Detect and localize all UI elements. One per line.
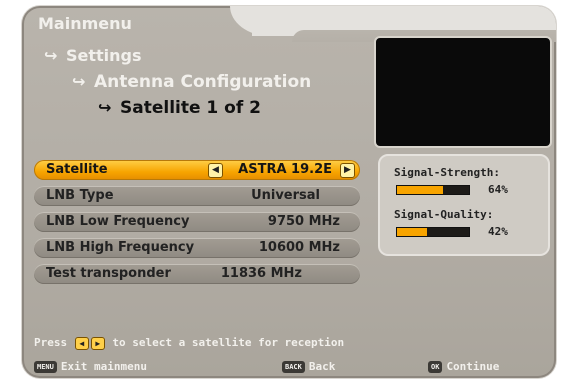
menu-item-value: Universal	[251, 188, 320, 203]
signal-strength-fill	[397, 186, 444, 194]
menu-item-label: Satellite	[46, 162, 108, 177]
footer-back[interactable]: BACK Back	[282, 360, 335, 373]
menu-item-satellite[interactable]: Satellite ◀ ASTRA 19.2E ▶	[34, 160, 360, 180]
menu-item-value: ASTRA 19.2E	[238, 162, 332, 177]
return-arrow-icon: ↪	[72, 72, 86, 91]
back-label: Back	[308, 360, 336, 373]
menu-item-label: Test transponder	[46, 266, 171, 281]
hint-suffix: to select a satellite for reception	[112, 336, 345, 349]
menu-item-value: 9750 MHz	[267, 214, 340, 229]
menu-item-label: LNB Type	[46, 188, 114, 203]
video-preview	[374, 36, 552, 148]
menu-item-lnb-low-frequency[interactable]: LNB Low Frequency 9750 MHz	[34, 212, 360, 232]
menu-item-value: 10600 MHz	[258, 240, 340, 255]
return-arrow-icon: ↪	[98, 98, 112, 117]
menu-item-test-transponder[interactable]: Test transponder 11836 MHz	[34, 264, 360, 284]
menu-item-lnb-high-frequency[interactable]: LNB High Frequency 10600 MHz	[34, 238, 360, 258]
signal-quality-bar	[396, 227, 470, 237]
signal-quality-value: 42%	[488, 225, 508, 238]
help-hint: Press ◀ ▶ to select a satellite for recep…	[34, 336, 344, 350]
signal-quality-label: Signal-Quality:	[394, 208, 494, 221]
screen: Mainmenu ↪ Settings ↪ Antenna Configuratio…	[0, 0, 564, 382]
footer-exit[interactable]: MENU Exit mainmenu	[34, 360, 147, 373]
footer-continue[interactable]: OK Continue	[428, 360, 499, 373]
left-key-icon: ◀	[74, 336, 89, 350]
signal-strength-label: Signal-Strength:	[394, 166, 500, 179]
signal-strength-bar	[396, 185, 470, 195]
signal-strength-value: 64%	[488, 183, 508, 196]
menu-key-icon: MENU	[34, 361, 57, 373]
breadcrumb-settings[interactable]: ↪ Settings	[44, 46, 142, 65]
return-arrow-icon: ↪	[44, 46, 58, 65]
ok-key-icon: OK	[428, 361, 443, 373]
hint-prefix: Press	[34, 336, 68, 349]
back-key-icon: BACK	[282, 361, 305, 373]
menu-item-label: LNB High Frequency	[46, 240, 195, 255]
breadcrumb-antenna-configuration[interactable]: ↪ Antenna Configuration	[72, 72, 311, 92]
menu-item-label: LNB Low Frequency	[46, 214, 190, 229]
signal-panel: Signal-Strength: 64% Signal-Quality: 42%	[378, 154, 550, 256]
exit-label: Exit mainmenu	[60, 360, 147, 373]
continue-label: Continue	[446, 360, 500, 373]
left-arrow-icon[interactable]: ◀	[208, 163, 223, 178]
menu-item-lnb-type[interactable]: LNB Type Universal	[34, 186, 360, 206]
right-arrow-icon[interactable]: ▶	[340, 163, 355, 178]
right-key-icon: ▶	[90, 336, 105, 350]
breadcrumb-current: ↪ Satellite 1 of 2	[98, 98, 261, 118]
breadcrumb-root: Mainmenu	[38, 14, 132, 33]
menu-item-value: 11836 MHz	[220, 266, 302, 281]
signal-quality-fill	[397, 228, 428, 236]
